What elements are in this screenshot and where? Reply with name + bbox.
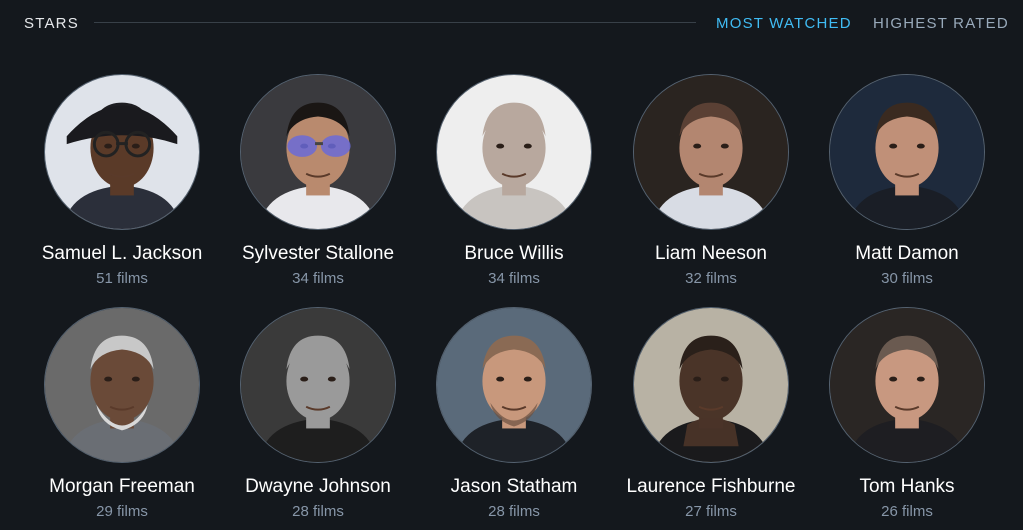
star-photo[interactable] [240,307,396,463]
star-card[interactable]: Sylvester Stallone 34 films [220,74,416,287]
star-film-count: 28 films [292,503,344,520]
star-portrait-illustration [45,308,199,462]
star-photo[interactable] [633,74,789,230]
star-photo[interactable] [829,307,985,463]
star-film-count: 29 films [96,503,148,520]
star-portrait-illustration [241,308,395,462]
star-portrait-illustration [634,75,788,229]
star-photo[interactable] [44,74,200,230]
star-film-count: 30 films [881,270,933,287]
star-name[interactable]: Matt Damon [809,243,1005,265]
star-name[interactable]: Tom Hanks [809,476,1005,498]
star-photo[interactable] [44,307,200,463]
star-portrait-illustration [437,308,591,462]
star-card[interactable]: Bruce Willis 34 films [416,74,612,287]
star-card[interactable]: Laurence Fishburne 27 films [613,307,809,520]
star-film-count: 27 films [685,503,737,520]
star-name[interactable]: Laurence Fishburne [613,476,809,498]
star-photo[interactable] [436,74,592,230]
star-film-count: 26 films [881,503,933,520]
star-film-count: 34 films [292,270,344,287]
star-card[interactable]: Samuel L. Jackson 51 films [24,74,220,287]
star-film-count: 34 films [488,270,540,287]
star-name[interactable]: Liam Neeson [613,243,809,265]
star-card[interactable]: Tom Hanks 26 films [809,307,1005,520]
star-name[interactable]: Jason Statham [416,476,612,498]
star-photo[interactable] [240,74,396,230]
star-card[interactable]: Jason Statham 28 films [416,307,612,520]
star-portrait-illustration [437,75,591,229]
stars-grid: Samuel L. Jackson 51 films Sylvester Stall… [0,0,1023,530]
star-film-count: 28 films [488,503,540,520]
star-portrait-illustration [241,75,395,229]
star-card[interactable]: Matt Damon 30 films [809,74,1005,287]
star-card[interactable]: Dwayne Johnson 28 films [220,307,416,520]
star-photo[interactable] [436,307,592,463]
star-photo[interactable] [633,307,789,463]
star-name[interactable]: Bruce Willis [416,243,612,265]
star-film-count: 51 films [96,270,148,287]
star-name[interactable]: Dwayne Johnson [220,476,416,498]
star-card[interactable]: Liam Neeson 32 films [613,74,809,287]
star-portrait-illustration [830,308,984,462]
star-portrait-illustration [830,75,984,229]
star-photo[interactable] [829,74,985,230]
star-name[interactable]: Morgan Freeman [24,476,220,498]
star-portrait-illustration [45,75,199,229]
star-name[interactable]: Sylvester Stallone [220,243,416,265]
star-portrait-illustration [634,308,788,462]
star-name[interactable]: Samuel L. Jackson [24,243,220,265]
star-film-count: 32 films [685,270,737,287]
star-card[interactable]: Morgan Freeman 29 films [24,307,220,520]
